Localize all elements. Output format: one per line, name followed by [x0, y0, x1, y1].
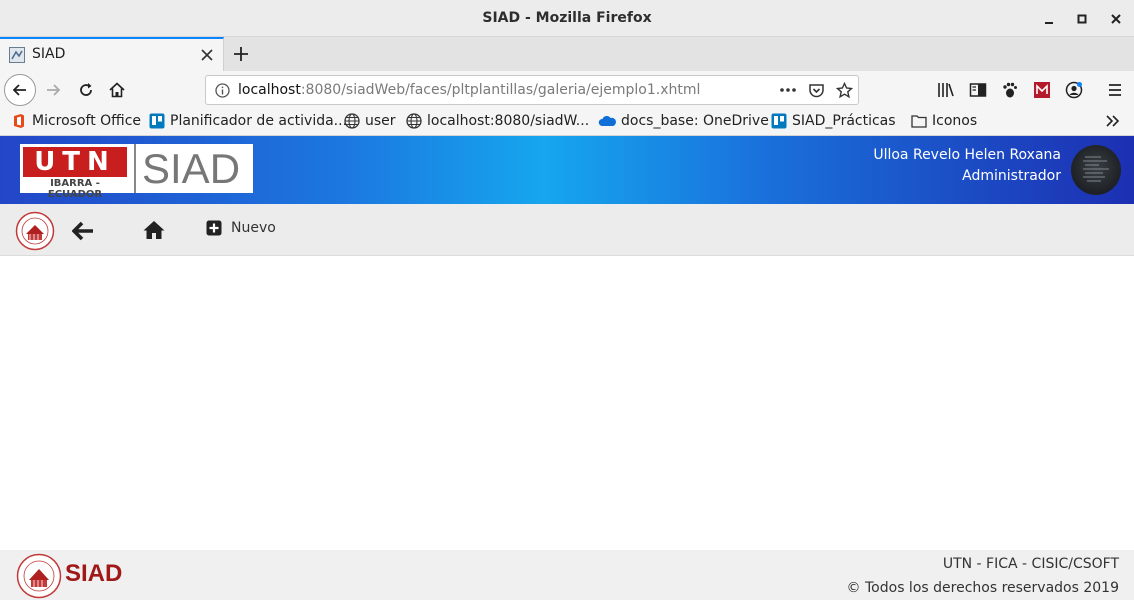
minimize-icon [1045, 22, 1053, 24]
bookmark-label: docs_base: OneDrive [621, 113, 769, 129]
bookmark-star-button[interactable] [835, 81, 854, 103]
bookmark-label: Planificador de activida... [170, 113, 348, 129]
bookmark-onedrive[interactable]: docs_base: OneDrive [598, 113, 769, 129]
foot-icon [1003, 82, 1017, 98]
bookmark-label: Microsoft Office [32, 113, 142, 129]
url-text[interactable]: localhost:8080/siadWeb/faces/pltplantill… [238, 82, 700, 98]
app-toolbar: Nuevo [0, 204, 1134, 256]
address-bar[interactable]: localhost:8080/siadWeb/faces/pltplantill… [205, 75, 859, 105]
back-nav-button[interactable] [72, 221, 94, 241]
home-icon [143, 221, 165, 239]
planner-icon [771, 113, 787, 129]
bookmark-localhost-siad[interactable]: localhost:8080/siadW... [406, 113, 589, 129]
arrow-left-icon [12, 84, 26, 96]
bookmark-planificador[interactable]: Planificador de activida... [149, 113, 347, 129]
tab-siad[interactable]: SIAD [0, 37, 224, 71]
url-host: localhost [238, 82, 301, 98]
info-icon[interactable] [215, 83, 230, 102]
utn-logo: UTN IBARRA - ECUADOR [23, 147, 127, 200]
user-name[interactable]: Ulloa Revelo Helen Roxana [873, 147, 1061, 163]
globe-icon [344, 113, 360, 129]
page-footer: SIAD UTN - FICA - CISIC/CSOFT © Todos lo… [0, 550, 1134, 600]
navigation-bar: localhost:8080/siadWeb/faces/pltplantill… [0, 71, 1134, 109]
maximize-icon [1077, 14, 1087, 24]
bookmark-label: Iconos [932, 113, 978, 129]
avatar-image [1083, 156, 1109, 182]
new-tab-button[interactable] [230, 43, 252, 65]
arrow-right-icon [47, 84, 61, 96]
plus-icon [234, 47, 248, 61]
sidebar-icon [969, 83, 987, 97]
onedrive-icon [598, 114, 616, 128]
back-button[interactable] [4, 74, 36, 106]
double-chevron-right-icon [1106, 115, 1120, 127]
bookmark-label: SIAD_Prácticas [792, 113, 896, 129]
pocket-icon [809, 84, 824, 98]
user-role[interactable]: Administrador [962, 168, 1061, 184]
close-icon [1111, 14, 1121, 24]
bookmark-label: localhost:8080/siadW... [427, 113, 590, 129]
home-button[interactable] [107, 80, 127, 100]
footer-organization: UTN - FICA - CISIC/CSOFT [942, 556, 1119, 572]
new-button[interactable]: Nuevo [206, 220, 276, 236]
maximize-button[interactable] [1072, 9, 1092, 29]
bookmark-siad-practicas[interactable]: SIAD_Prácticas [771, 113, 896, 129]
planner-icon [149, 113, 165, 129]
close-window-button[interactable] [1106, 9, 1126, 29]
bookmark-user[interactable]: user [344, 113, 396, 129]
tab-strip: SIAD [0, 37, 1134, 71]
sidebar-button[interactable] [968, 80, 988, 100]
folder-icon [911, 114, 927, 128]
bookmark-label: user [365, 113, 396, 129]
forward-button[interactable] [43, 80, 63, 100]
library-button[interactable] [936, 80, 956, 100]
utn-logo-subtitle: IBARRA - ECUADOR [47, 178, 103, 200]
window-title: SIAD - Mozilla Firefox [482, 10, 652, 26]
menu-button[interactable] [1105, 80, 1125, 100]
url-path: :8080/siadWeb/faces/pltplantillas/galeri… [300, 82, 701, 98]
home-icon [109, 82, 125, 98]
page-actions-button[interactable] [779, 82, 797, 102]
star-icon [835, 81, 854, 99]
office-icon [11, 113, 27, 129]
bookmark-microsoft-office[interactable]: Microsoft Office [11, 113, 141, 129]
app-header: UTN IBARRA - ECUADOR SIAD Ulloa Revelo H… [0, 136, 1134, 204]
user-avatar[interactable] [1071, 145, 1121, 195]
bookmarks-overflow-button[interactable] [1105, 114, 1121, 128]
tab-title: SIAD [32, 46, 66, 62]
utn-siad-logo[interactable]: UTN IBARRA - ECUADOR SIAD [20, 144, 253, 200]
extension-icon [1034, 82, 1050, 98]
minimize-button[interactable] [1039, 9, 1059, 29]
globe-icon [406, 113, 422, 129]
footer-copyright: © Todos los derechos reservados 2019 [846, 580, 1119, 596]
account-button[interactable] [1064, 80, 1084, 100]
library-icon [938, 83, 954, 97]
app-name: SIAD [134, 144, 240, 193]
reload-button[interactable] [76, 80, 96, 100]
utn-logo-text: UTN [23, 147, 127, 177]
more-dots-icon [780, 88, 796, 92]
pocket-button[interactable] [808, 82, 825, 103]
account-icon [1065, 81, 1083, 99]
close-icon [201, 49, 213, 61]
page-favicon-icon [9, 47, 25, 67]
window-titlebar: SIAD - Mozilla Firefox [0, 0, 1134, 37]
extension-gnome-button[interactable] [1000, 80, 1020, 100]
arrow-left-icon [72, 221, 93, 241]
main-content [0, 256, 1134, 550]
plus-square-icon [206, 220, 222, 236]
hamburger-menu-icon [1109, 84, 1121, 96]
tab-close-button[interactable] [198, 46, 216, 68]
university-seal-icon [15, 211, 55, 251]
footer-brand: SIAD [65, 560, 123, 587]
university-seal-icon [16, 553, 62, 600]
home-nav-button[interactable] [143, 220, 165, 240]
bookmarks-toolbar: Microsoft Office Planificador de activid… [0, 109, 1134, 136]
extension-red-button[interactable] [1032, 80, 1052, 100]
new-button-label: Nuevo [231, 220, 276, 236]
bookmark-iconos-folder[interactable]: Iconos [911, 113, 977, 129]
reload-icon [80, 83, 92, 96]
